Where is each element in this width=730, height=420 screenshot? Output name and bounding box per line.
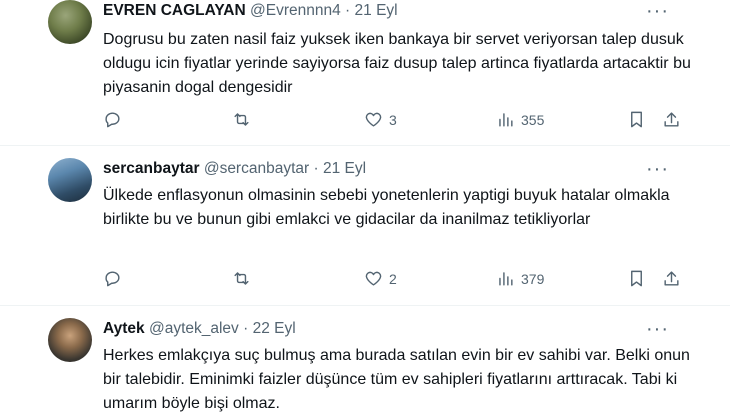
separator-dot: · — [313, 160, 319, 177]
views-icon — [499, 272, 513, 286]
view-count: 355 — [521, 111, 545, 128]
tweet-header: Aytek @aytek_alev · 22 Eyl — [103, 320, 296, 342]
tweet-1[interactable]: EVREN CAGLAYAN @Evrennnn4 · 21 Eyl ··· D… — [0, 0, 730, 146]
tweet-text: Ülkede enflasyonun olmasinin sebebi yone… — [103, 187, 670, 228]
avatar[interactable] — [48, 158, 92, 202]
reply-button[interactable] — [103, 269, 122, 288]
share-button[interactable] — [662, 110, 681, 129]
reply-icon — [105, 271, 120, 287]
tweet-2[interactable]: sercanbaytar @sercanbaytar · 21 Eyl ··· … — [0, 146, 730, 306]
display-name[interactable]: Aytek — [103, 320, 145, 337]
reply-button[interactable] — [103, 110, 122, 129]
view-count: 379 — [521, 270, 545, 287]
like-button[interactable]: 3 — [364, 110, 397, 129]
tweet-text: Herkes emlakçıya suç bulmuş ama burada s… — [103, 347, 690, 412]
avatar[interactable] — [48, 0, 92, 44]
display-name[interactable]: sercanbaytar — [103, 160, 200, 177]
bookmark-button[interactable] — [627, 269, 646, 288]
retweet-button[interactable] — [232, 110, 251, 129]
views-button[interactable]: 355 — [496, 110, 544, 129]
views-button[interactable]: 379 — [496, 269, 544, 288]
tweet-header: EVREN CAGLAYAN @Evrennnn4 · 21 Eyl — [103, 2, 398, 24]
retweet-icon — [234, 272, 249, 285]
like-button[interactable]: 2 — [364, 269, 397, 288]
heart-icon — [365, 271, 382, 286]
timestamp[interactable]: 22 Eyl — [253, 320, 296, 337]
bookmark-icon — [631, 111, 642, 128]
tweet-header: sercanbaytar @sercanbaytar · 21 Eyl — [103, 160, 366, 182]
reply-icon — [105, 112, 120, 128]
bookmark-icon — [631, 270, 642, 287]
user-handle[interactable]: @sercanbaytar — [204, 160, 309, 177]
retweet-button[interactable] — [232, 269, 251, 288]
share-icon — [664, 271, 679, 286]
heart-icon — [365, 112, 382, 127]
user-handle[interactable]: @Evrennnn4 — [250, 2, 341, 19]
user-handle[interactable]: @aytek_alev — [149, 320, 239, 337]
timestamp[interactable]: 21 Eyl — [355, 2, 398, 19]
more-horizontal-icon[interactable]: ··· — [646, 158, 669, 181]
retweet-icon — [234, 113, 249, 126]
views-icon — [499, 113, 513, 127]
share-button[interactable] — [662, 269, 681, 288]
separator-dot: · — [243, 320, 249, 337]
more-horizontal-icon[interactable]: ··· — [646, 0, 669, 23]
share-icon — [664, 112, 679, 127]
like-count: 3 — [389, 111, 397, 128]
action-bar: 2 379 — [0, 269, 730, 291]
avatar[interactable] — [48, 318, 92, 362]
timestamp[interactable]: 21 Eyl — [323, 160, 366, 177]
more-horizontal-icon[interactable]: ··· — [646, 318, 669, 341]
like-count: 2 — [389, 270, 397, 287]
separator-dot: · — [345, 2, 351, 19]
tweet-text: Dogrusu bu zaten nasil faiz yuksek iken … — [103, 31, 691, 96]
bookmark-button[interactable] — [627, 110, 646, 129]
tweet-3[interactable]: Aytek @aytek_alev · 22 Eyl ··· Herkes em… — [0, 306, 730, 420]
display-name[interactable]: EVREN CAGLAYAN — [103, 2, 246, 19]
action-bar: 3 355 — [0, 110, 730, 132]
